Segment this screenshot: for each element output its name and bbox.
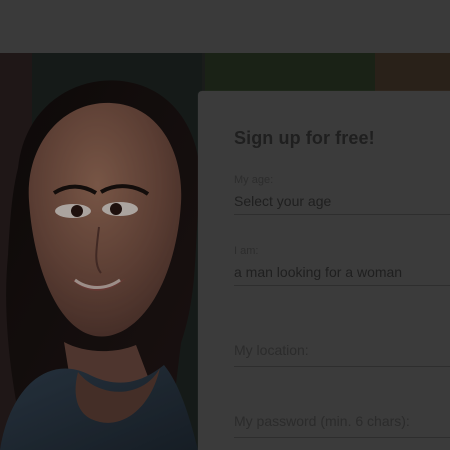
age-label: My age: [234, 174, 274, 186]
age-select[interactable]: My age: Select your age [234, 173, 450, 223]
page-viewport: Sign up for free! My age: Select your ag… [0, 0, 450, 450]
location-label: My location: [234, 342, 309, 358]
signup-title: Sign up for free! [234, 128, 375, 148]
i-am-select[interactable]: I am: a man looking for a woman [234, 244, 450, 294]
top-navigation-bar [0, 0, 450, 53]
age-select-value[interactable]: Select your age [234, 192, 331, 210]
password-input[interactable]: My password (min. 6 chars): [234, 412, 450, 450]
password-label: My password (min. 6 chars): [234, 413, 410, 429]
location-field-underline [234, 366, 450, 367]
i-am-label: I am: [234, 245, 259, 257]
signup-card: Sign up for free! My age: Select your ag… [198, 91, 450, 450]
i-am-select-value[interactable]: a man looking for a woman [234, 263, 402, 281]
password-field-underline [234, 437, 450, 438]
age-field-underline [234, 214, 450, 215]
i-am-field-underline [234, 285, 450, 286]
location-input[interactable]: My location: [234, 341, 450, 391]
